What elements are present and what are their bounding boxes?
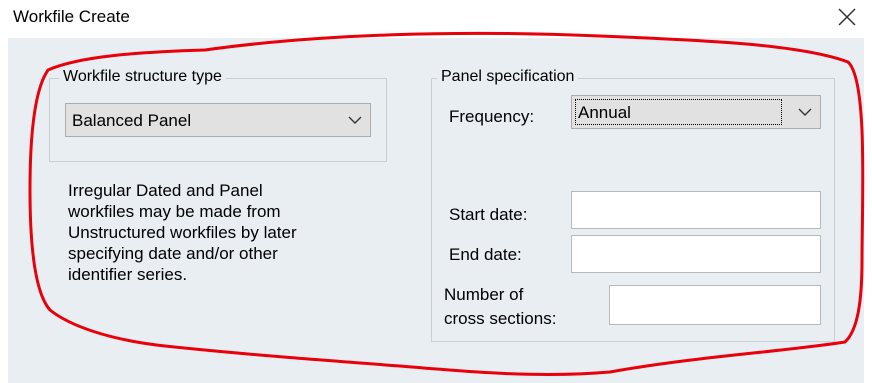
chevron-down-icon: [798, 108, 812, 116]
window-title: Workfile Create: [13, 7, 130, 26]
frequency-value: Annual: [578, 103, 631, 122]
structure-type-select[interactable]: Balanced Panel: [65, 103, 371, 137]
cross-sections-label-line2: cross sections:: [444, 309, 557, 328]
structure-type-value: Balanced Panel: [72, 111, 192, 130]
start-date-label: Start date:: [449, 205, 528, 224]
note-line: Irregular Dated and Panel: [68, 181, 263, 200]
start-date-input[interactable]: [571, 191, 821, 229]
note-line: Unstructured workfiles by later: [68, 223, 297, 242]
end-date-input[interactable]: [571, 235, 821, 273]
note-line: workfiles may be made from: [68, 202, 281, 221]
frequency-label: Frequency:: [449, 107, 535, 126]
chevron-down-icon: [348, 116, 362, 124]
cross-sections-input[interactable]: [609, 285, 821, 325]
frequency-select[interactable]: Annual: [571, 95, 821, 129]
cross-sections-label-line1: Number of: [444, 285, 524, 304]
note-line: identifier series.: [68, 265, 188, 284]
structure-note: Irregular Dated and Panel workfiles may …: [68, 180, 388, 285]
end-date-label: End date:: [449, 245, 522, 264]
title-bar: Workfile Create: [0, 0, 872, 38]
structure-type-group: Workfile structure type Balanced Panel: [49, 68, 387, 162]
panel-specification-group: Panel specification Frequency: Annual St…: [431, 68, 835, 342]
structure-type-legend: Workfile structure type: [59, 68, 226, 86]
close-icon[interactable]: [834, 4, 860, 30]
panel-specification-legend: Panel specification: [437, 68, 579, 86]
note-line: specifying date and/or other: [68, 244, 278, 263]
